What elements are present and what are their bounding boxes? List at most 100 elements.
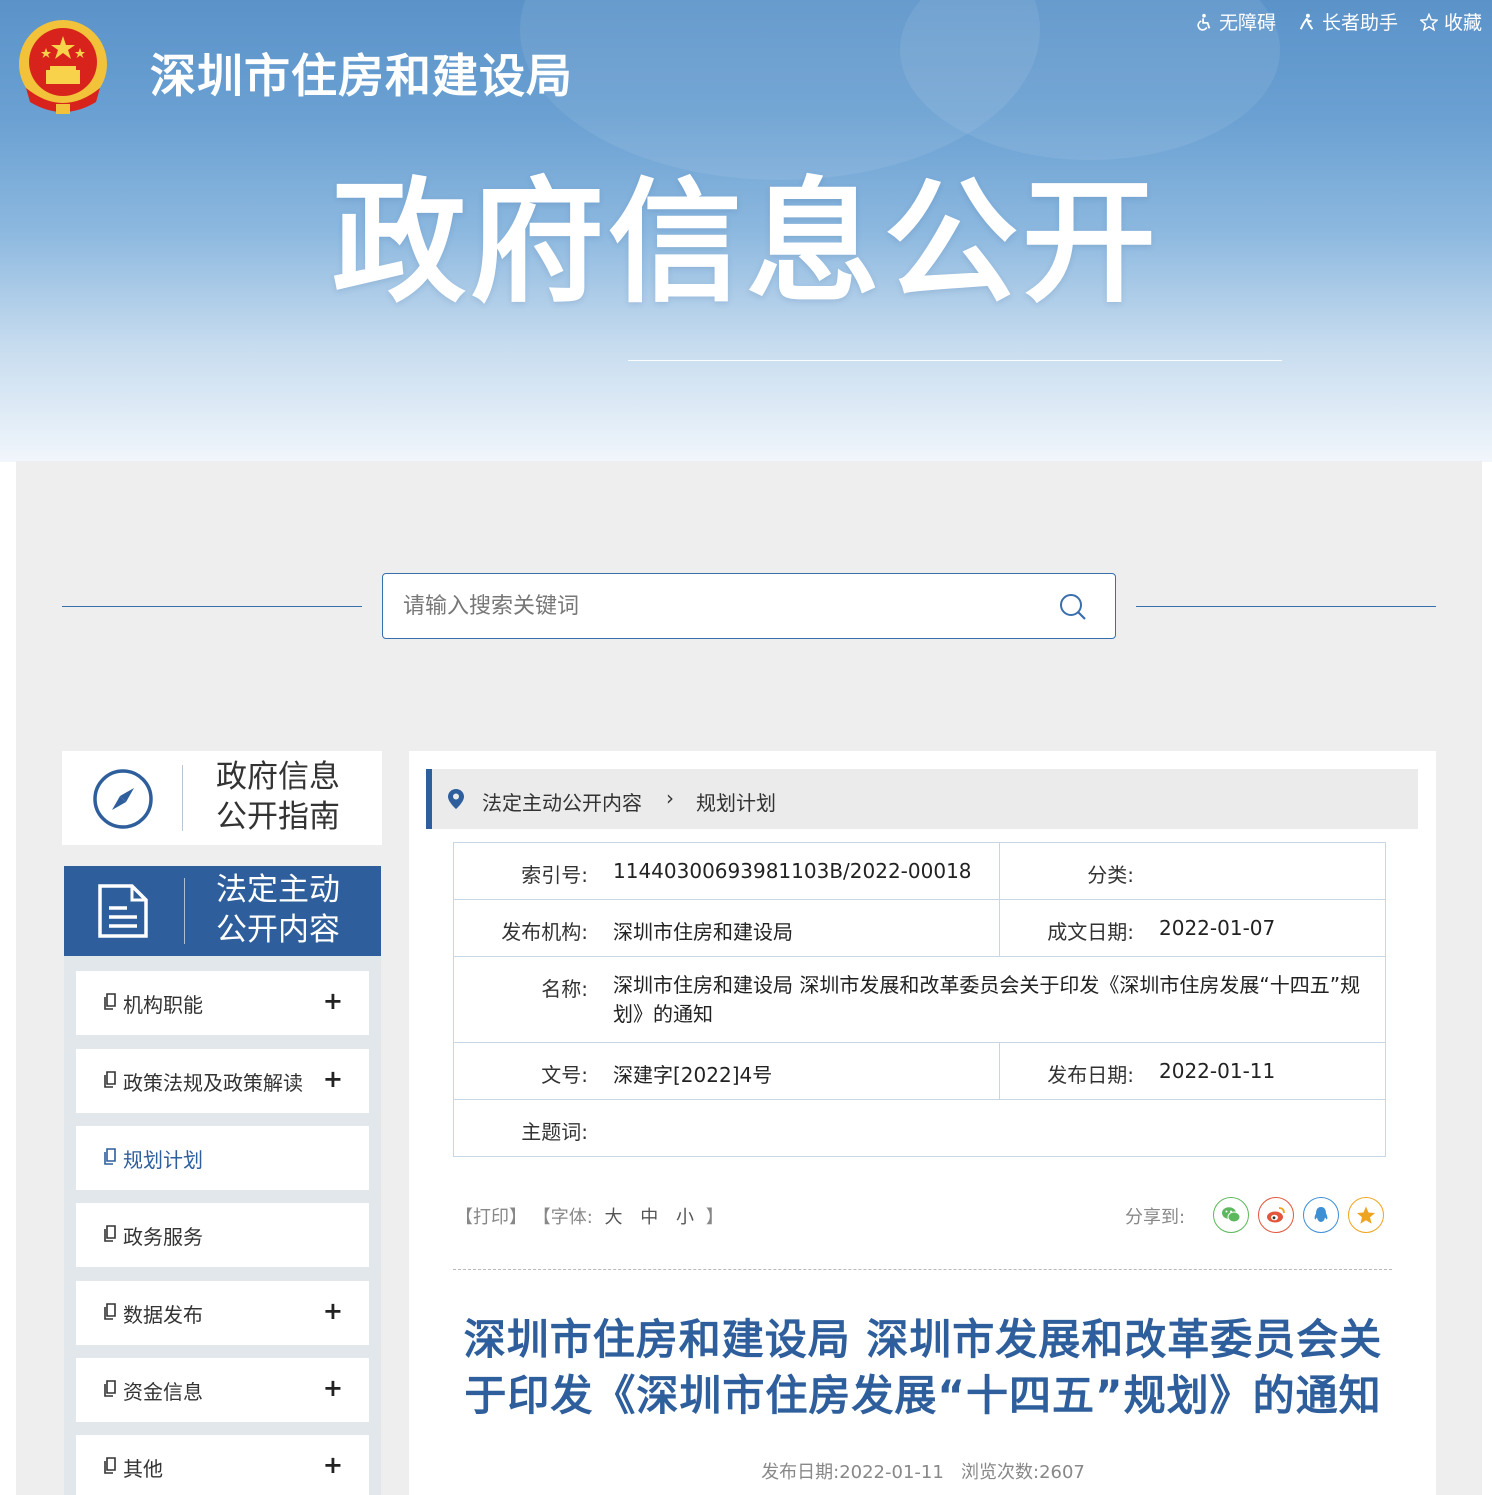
expand-icon[interactable]: + [323, 987, 343, 1015]
chevron-right-icon: › [666, 786, 674, 810]
elder-assist-link[interactable]: 长者助手 [1298, 8, 1398, 35]
sidebar-guide-divider [182, 765, 183, 831]
sidebar-active-line2: 公开内容 [216, 912, 340, 948]
share-qzone-button[interactable] [1348, 1197, 1384, 1233]
expand-icon[interactable]: + [323, 1297, 343, 1325]
header-banner: 深圳市住房和建设局 无障碍 长者助手 收藏 政府信息公开 [0, 0, 1492, 462]
sidebar-guide[interactable]: 政府信息 公开指南 [62, 751, 382, 845]
doc-copy-icon [104, 993, 116, 1010]
font-size-close: 】 [705, 1207, 724, 1228]
category-label: 分类: [1087, 863, 1134, 887]
share-weibo-button[interactable] [1258, 1197, 1294, 1233]
search-decor-line-right [1136, 606, 1436, 607]
info-divider [999, 900, 1000, 956]
sidebar-item-label: 规划计划 [123, 1148, 203, 1172]
breadcrumb-item-planning[interactable]: 规划计划 [696, 787, 776, 816]
sidebar-active-section[interactable]: 法定主动 公开内容 [64, 866, 381, 956]
location-pin-icon [448, 789, 464, 809]
search-decor-line-left [62, 606, 362, 607]
name-value: 深圳市住房和建设局 深圳市发展和改革委员会关于印发《深圳市住房发展“十四五”规划… [613, 973, 1361, 1026]
index-label: 索引号: [521, 863, 588, 887]
sidebar-item-institution[interactable]: 机构职能 + [76, 971, 369, 1035]
hero-divider [628, 360, 1282, 361]
sidebar-item-label: 机构职能 [123, 993, 203, 1017]
share-wechat-button[interactable] [1213, 1197, 1249, 1233]
sidebar-active-divider [184, 878, 185, 944]
info-divider [999, 1043, 1000, 1099]
meta-date: 2022-01-11 [839, 1462, 944, 1483]
written-date-label: 成文日期: [1047, 920, 1134, 944]
doc-copy-icon [104, 1071, 116, 1088]
sidebar-item-government-service[interactable]: 政务服务 [76, 1203, 369, 1267]
article-title-line1: 深圳市住房和建设局 深圳市发展和改革委员会关 [463, 1315, 1383, 1364]
index-value: 11440300693981103B/2022-00018 [613, 859, 972, 883]
publisher-label: 发布机构: [501, 920, 588, 944]
document-info-table: 索引号: 11440300693981103B/2022-00018 分类: 发… [453, 842, 1386, 1157]
sidebar-guide-line1: 政府信息 [216, 759, 340, 795]
qq-penguin-icon [1314, 1207, 1328, 1222]
sidebar-item-label: 资金信息 [123, 1380, 203, 1404]
meta-date-label: 发布日期: [761, 1462, 840, 1483]
info-row-docno: 文号: 深建字[2022]4号 发布日期: 2022-01-11 [454, 1043, 1385, 1100]
breadcrumb-item-public-content[interactable]: 法定主动公开内容 [482, 787, 642, 816]
national-emblem-logo [19, 20, 107, 114]
doc-copy-icon [104, 1380, 116, 1397]
doc-no-label: 文号: [541, 1063, 588, 1087]
print-button[interactable]: 【打印】 [455, 1207, 527, 1228]
share-label: 分享到: [1125, 1207, 1186, 1228]
article-meta: 发布日期:2022-01-11 浏览次数:2607 [440, 1458, 1406, 1484]
sidebar-item-planning[interactable]: 规划计划 [76, 1126, 369, 1190]
elder-assist-icon [1299, 13, 1314, 30]
sidebar-item-data-release[interactable]: 数据发布 + [76, 1281, 369, 1345]
search-icon[interactable] [1059, 593, 1087, 621]
expand-icon[interactable]: + [323, 1451, 343, 1479]
share-qq-button[interactable] [1303, 1197, 1339, 1233]
section-divider [453, 1269, 1392, 1270]
top-links: 无障碍 长者助手 收藏 [1195, 8, 1482, 35]
sidebar-item-label: 数据发布 [123, 1303, 203, 1327]
sidebar-guide-label: 政府信息 公开指南 [216, 757, 340, 837]
doc-copy-icon [104, 1225, 116, 1242]
accessibility-icon [1197, 13, 1211, 31]
doc-copy-icon [104, 1148, 116, 1165]
sidebar-item-other[interactable]: 其他 + [76, 1435, 369, 1495]
search-box [382, 573, 1116, 639]
font-large-button[interactable]: 大 [605, 1207, 623, 1228]
info-row-index: 索引号: 11440300693981103B/2022-00018 分类: [454, 843, 1385, 900]
expand-icon[interactable]: + [323, 1374, 343, 1402]
publish-date-label: 发布日期: [1047, 1063, 1134, 1087]
site-title: 深圳市住房和建设局 [150, 49, 573, 103]
info-row-name: 名称: 深圳市住房和建设局 深圳市发展和改革委员会关于印发《深圳市住房发展“十四… [454, 957, 1385, 1043]
accessibility-label: 无障碍 [1218, 12, 1276, 34]
sidebar-item-label: 其他 [123, 1457, 163, 1481]
sidebar-active-line1: 法定主动 [216, 872, 340, 908]
weibo-icon [1267, 1207, 1285, 1223]
publisher-value: 深圳市住房和建设局 [613, 920, 793, 944]
meta-views-label: 浏览次数: [960, 1462, 1040, 1483]
qzone-star-icon [1357, 1206, 1375, 1224]
info-row-publisher: 发布机构: 深圳市住房和建设局 成文日期: 2022-01-07 [454, 900, 1385, 957]
document-icon [98, 884, 148, 938]
publish-date-value: 2022-01-11 [1159, 1059, 1276, 1083]
keywords-label: 主题词: [521, 1120, 588, 1144]
expand-icon[interactable]: + [323, 1065, 343, 1093]
sidebar-item-label: 政策法规及政策解读 [123, 1071, 303, 1095]
hero-title: 政府信息公开 [331, 165, 1160, 321]
accessibility-link[interactable]: 无障碍 [1195, 8, 1276, 35]
info-row-keywords: 主题词: [454, 1100, 1385, 1156]
name-label: 名称: [541, 977, 588, 1001]
elder-assist-label: 长者助手 [1321, 12, 1398, 34]
article-title: 深圳市住房和建设局 深圳市发展和改革委员会关 于印发《深圳市住房发展“十四五”规… [440, 1312, 1406, 1424]
search-input[interactable] [403, 574, 1043, 638]
doc-copy-icon [104, 1303, 116, 1320]
font-medium-button[interactable]: 中 [640, 1207, 658, 1228]
article-tools: 【打印】 【字体: 大 中 小 】 [455, 1203, 724, 1229]
article-title-line2: 于印发《深圳市住房发展“十四五”规划》的通知 [464, 1371, 1382, 1420]
star-icon [1419, 12, 1438, 31]
favorite-link[interactable]: 收藏 [1419, 8, 1482, 35]
wechat-icon [1222, 1207, 1241, 1223]
sidebar-item-policy[interactable]: 政策法规及政策解读 + [76, 1049, 369, 1113]
sidebar-item-funds[interactable]: 资金信息 + [76, 1358, 369, 1422]
breadcrumb: 法定主动公开内容 › 规划计划 [426, 769, 1418, 829]
font-small-button[interactable]: 小 [676, 1207, 694, 1228]
